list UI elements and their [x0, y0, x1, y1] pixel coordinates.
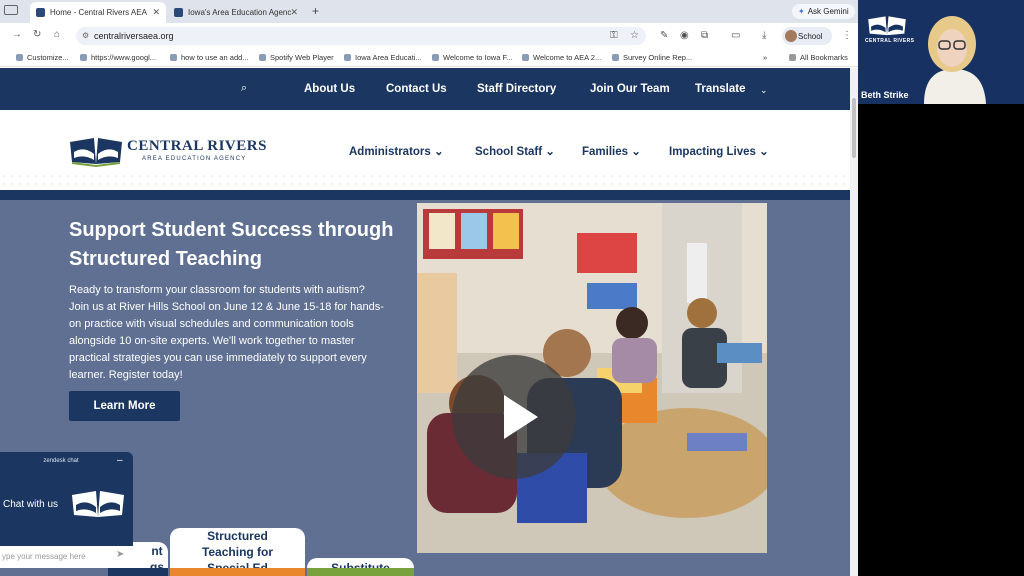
address-bar[interactable]: ⚙ centralriversaea.org — [76, 27, 646, 45]
close-tab-icon[interactable]: ✕ — [152, 7, 160, 18]
bookmark-favicon-icon — [170, 54, 177, 61]
bookmark-item[interactable]: Welcome to Iowa F... — [432, 53, 512, 62]
new-tab-button[interactable]: + — [312, 4, 319, 18]
nav-about-us[interactable]: About Us — [304, 83, 355, 95]
bookmark-item[interactable]: Survey Online Rep... — [612, 53, 692, 62]
learn-more-button[interactable]: Learn More — [69, 391, 180, 421]
page-scrollbar[interactable] — [850, 68, 858, 576]
chevron-down-icon[interactable]: ⌄ — [760, 85, 768, 96]
nav-school-staff[interactable]: School Staff ⌄ — [475, 144, 555, 158]
browser-toolbar: → ↻ ⌂ ⚙ centralriversaea.org ⚿ ☆ ✎ ◉ ⧉ ▭… — [0, 23, 858, 49]
hero-right-panel — [767, 203, 850, 553]
nav-join-our-team[interactable]: Join Our Team — [590, 83, 670, 95]
bookmark-star-icon[interactable]: ☆ — [630, 30, 639, 41]
chrome-extension-icon[interactable]: ◉ — [680, 30, 689, 41]
extension-icon[interactable]: ✎ — [660, 30, 668, 41]
open-book-logo-icon — [868, 16, 906, 36]
tab-search-icon[interactable] — [4, 5, 18, 15]
search-icon[interactable]: ⌕ — [241, 82, 247, 95]
reload-icon[interactable]: ↻ — [33, 29, 41, 40]
site-info-icon[interactable]: ⚙ — [82, 31, 89, 40]
ask-gemini-button[interactable]: ✦ Ask Gemini — [792, 4, 855, 19]
all-bookmarks-button[interactable]: All Bookmarks — [789, 53, 848, 62]
bookmark-item[interactable]: Iowa Area Educati... — [344, 53, 422, 62]
puzzle-extensions-icon[interactable]: ⧉ — [701, 30, 708, 41]
folder-icon — [789, 54, 796, 61]
tab-title: Iowa's Area Education Agenc — [188, 8, 292, 17]
bookmarks-bar: Customize... https://www.googl... how to… — [0, 49, 858, 67]
bookmark-favicon-icon — [432, 54, 439, 61]
participant-video — [924, 16, 986, 104]
scroll-thumb[interactable] — [852, 98, 856, 158]
play-video-icon[interactable] — [452, 355, 576, 479]
feature-card-substitute[interactable]: Substitute Authoriza... — [307, 558, 414, 576]
bookmark-item[interactable]: how to use an add... — [170, 53, 249, 62]
dotted-divider — [0, 172, 850, 188]
bookmark-favicon-icon — [612, 54, 619, 61]
tab-strip: Home - Central Rivers AEA ✕ Iowa's Area … — [0, 0, 858, 23]
menu-kebab-icon[interactable]: ⋮ — [842, 30, 852, 41]
hero-title: Support Student Success through Structur… — [69, 219, 394, 270]
tab-central-rivers[interactable]: Home - Central Rivers AEA ✕ — [30, 2, 166, 23]
nav-staff-directory[interactable]: Staff Directory — [477, 83, 556, 95]
minimize-chat-icon[interactable]: – — [117, 455, 123, 466]
url-text: centralriversaea.org — [94, 31, 174, 41]
logo-title[interactable]: CENTRAL RIVERS — [127, 138, 267, 155]
nav-impacting-lives[interactable]: Impacting Lives ⌄ — [669, 144, 769, 158]
bookmarks-overflow-button[interactable]: » — [763, 53, 767, 62]
central-rivers-favicon-icon — [36, 8, 45, 17]
zendesk-header: zendesk chat — [43, 458, 79, 464]
card-stripe — [108, 568, 168, 576]
bookmark-item[interactable]: https://www.googl... — [80, 53, 156, 62]
bookmark-favicon-icon — [259, 54, 266, 61]
home-icon[interactable]: ⌂ — [54, 29, 60, 40]
open-book-logo-icon[interactable] — [68, 132, 124, 168]
card-stripe — [307, 568, 414, 576]
side-panel-icon[interactable]: ▭ — [731, 30, 740, 41]
chat-with-us-label: Chat with us — [3, 499, 59, 510]
browser-window: Home - Central Rivers AEA ✕ Iowa's Area … — [0, 0, 858, 576]
zendesk-chat-widget[interactable]: zendesk chat – Chat with us ype your mes… — [0, 452, 133, 568]
tab-title: Home - Central Rivers AEA — [50, 8, 147, 17]
logo-subtitle: AREA EDUCATION AGENCY — [142, 156, 247, 162]
profile-button[interactable]: School — [782, 27, 832, 45]
back-arrow-icon[interactable]: → — [12, 29, 22, 40]
nav-administrators[interactable]: Administrators ⌄ — [349, 144, 444, 158]
gemini-sparkle-icon: ✦ — [798, 7, 805, 16]
utility-nav: ⌕ About Us Contact Us Staff Directory Jo… — [0, 68, 850, 110]
open-book-logo-icon — [72, 491, 124, 517]
nav-families[interactable]: Families ⌄ — [582, 144, 641, 158]
bookmark-item[interactable]: Spotify Web Player — [259, 53, 334, 62]
bookmark-favicon-icon — [80, 54, 87, 61]
close-tab-icon[interactable]: ✕ — [290, 7, 298, 18]
bookmark-favicon-icon — [344, 54, 351, 61]
nav-contact-us[interactable]: Contact Us — [386, 83, 447, 95]
bookmark-item[interactable]: Customize... — [16, 53, 69, 62]
hero-body: Ready to transform your classroom for st… — [69, 284, 384, 381]
tab-iowa-aea[interactable]: Iowa's Area Education Agenc ✕ — [168, 2, 304, 23]
participant-name: Beth Strike — [861, 90, 909, 100]
feature-card-structured-teaching[interactable]: Structured Teaching for Special Ed — [170, 528, 305, 576]
profile-label: School — [798, 31, 823, 41]
password-key-icon[interactable]: ⚿ — [610, 30, 618, 41]
gemini-label: Ask Gemini — [807, 7, 849, 16]
bookmark-item[interactable]: Welcome to AEA 2... — [522, 53, 601, 62]
bookmark-favicon-icon — [522, 54, 529, 61]
avatar — [785, 30, 797, 42]
hero-top-band — [0, 190, 850, 200]
bookmark-favicon-icon — [16, 54, 23, 61]
chat-message-input[interactable]: ype your message here — [0, 546, 133, 568]
download-icon[interactable]: ⤓ — [762, 30, 766, 41]
card-stripe — [170, 568, 305, 576]
translate-dropdown[interactable]: Translate — [695, 83, 746, 95]
send-icon[interactable]: ➤ — [116, 549, 124, 560]
aea-favicon-icon — [174, 8, 183, 17]
